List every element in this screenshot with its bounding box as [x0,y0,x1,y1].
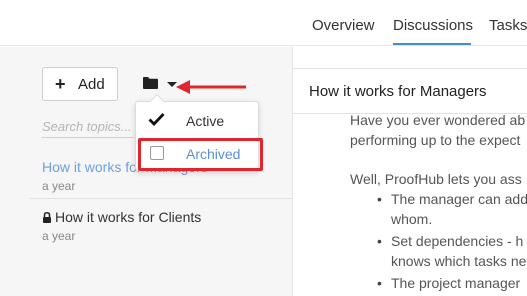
panel-top-spacer [293,47,527,68]
tab-discussions[interactable]: Discussions [393,17,473,34]
body-text: Have you ever wondered ab [350,112,526,128]
list-item-continuation: knows which tasks ne [391,253,527,269]
checkbox[interactable] [150,146,164,160]
plus-icon: + [55,74,66,94]
tab-overview[interactable]: Overview [312,17,375,34]
discussion-title: How it works for Managers [309,83,487,100]
discussion-content-panel: How it works for Managers Have you ever … [292,47,527,296]
check-icon [148,113,165,126]
search-topics-input[interactable] [42,116,134,138]
active-tab-indicator [393,43,471,45]
filter-option-active[interactable]: Active [136,104,258,136]
list-item: The project manager [377,273,520,293]
lock-icon [43,212,51,223]
add-button-label: Add [78,76,105,93]
chevron-down-icon[interactable] [167,82,177,87]
top-tab-bar: Overview Discussions Tasks [0,0,527,46]
filter-option-label: Archived [186,146,241,162]
list-item: The manager can add [377,189,527,209]
filter-option-label: Active [186,113,225,129]
filter-dropdown-menu: Active Archived [135,93,259,171]
add-topic-button[interactable]: + Add [42,67,118,101]
body-text: performing up to the expect [350,132,521,148]
tab-tasks[interactable]: Tasks [489,17,527,34]
list-divider [30,198,292,199]
body-text: Well, ProofHub lets you ass [350,171,522,187]
list-item-continuation: whom. [391,211,433,227]
topic-date: a year [42,179,76,193]
topic-date: a year [42,229,76,243]
folder-icon[interactable] [143,77,158,89]
topic-item-label: How it works for Clients [55,209,202,225]
list-item: Set dependencies - h [377,231,523,251]
topic-item-clients[interactable]: How it works for Clients [42,209,201,225]
filter-option-archived[interactable]: Archived [136,138,258,170]
